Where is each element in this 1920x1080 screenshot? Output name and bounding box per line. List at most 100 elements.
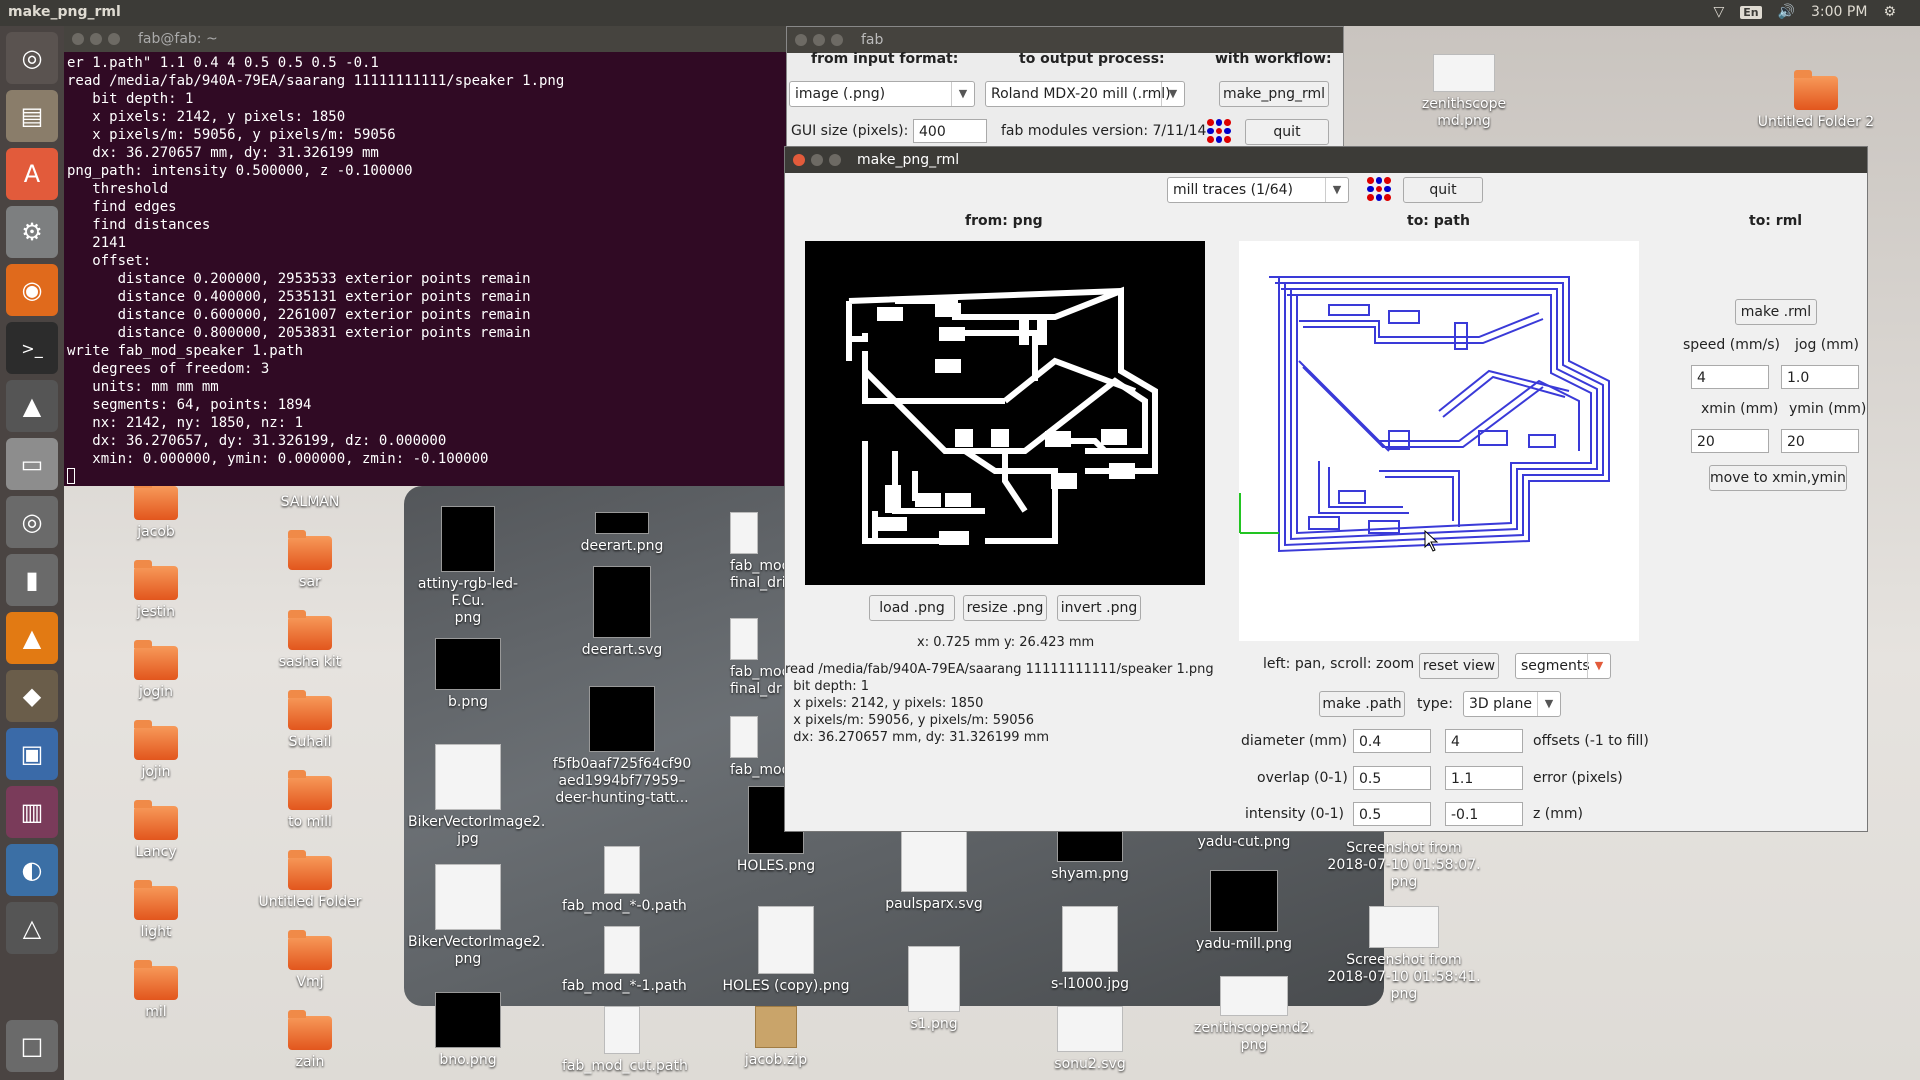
settings-icon[interactable]: ⚙ (6, 206, 58, 258)
make-rml-button[interactable]: make .rml (1735, 299, 1817, 325)
output-process-select[interactable]: Roland MDX-20 mill (.rml) ▼ (985, 81, 1185, 107)
file-s-l1000[interactable]: s-l1000.jpg (1030, 906, 1150, 993)
close-icon[interactable] (793, 154, 805, 166)
file-paulsparx[interactable]: paulsparx.svg (874, 826, 994, 913)
minimize-icon[interactable] (811, 154, 823, 166)
z-input[interactable]: -0.1 (1445, 802, 1523, 826)
folder-jogin[interactable]: jogin (96, 640, 216, 701)
file-attiny[interactable]: attiny-rgb-led-F.Cu. png (408, 506, 528, 627)
load-png-button[interactable]: load .png (869, 595, 955, 621)
diameter-input[interactable]: 0.4 (1353, 729, 1431, 753)
fab-titlebar[interactable]: fab (787, 27, 1343, 53)
file-sonu2[interactable]: sonu2.svg (1030, 1006, 1150, 1073)
file-fab-mod-final-1[interactable]: fab_mod final_dri (730, 512, 790, 592)
folder-light[interactable]: light (96, 880, 216, 941)
folder-zain[interactable]: zain (250, 1010, 370, 1071)
fab-quit-button[interactable]: quit (1245, 119, 1329, 145)
file-screenshot-2[interactable]: Screenshot from 2018-07-10 01:58:41. png (1324, 906, 1484, 1003)
folder-jacob[interactable]: jacob (96, 480, 216, 541)
network-icon[interactable]: ▽ (1713, 4, 1724, 20)
move-to-xmin-ymin-button[interactable]: move to xmin,ymin (1709, 465, 1847, 491)
file-f5fb0aaf[interactable]: f5fb0aaf725f64cf90 aed1994bf77959– deer-… (552, 686, 692, 807)
updater-icon[interactable]: △ (6, 902, 58, 954)
intensity-input[interactable]: 0.5 (1353, 802, 1431, 826)
vlc-icon[interactable]: ▲ (6, 612, 58, 664)
process-mode-select[interactable]: mill traces (1/64) ▼ (1167, 177, 1349, 203)
error-input[interactable]: 1.1 (1445, 766, 1523, 790)
invert-png-button[interactable]: invert .png (1057, 595, 1141, 621)
jog-input[interactable]: 1.0 (1781, 365, 1859, 389)
film-icon[interactable]: ▥ (6, 786, 58, 838)
firefox-icon[interactable]: ◉ (6, 264, 58, 316)
file-biker-png[interactable]: BikerVectorImage2. png (408, 864, 545, 968)
file-shyam[interactable]: shyam.png (1030, 826, 1150, 883)
make-path-button[interactable]: make .path (1319, 691, 1405, 717)
file-fab-mod-cut[interactable]: fab_mod_cut.path (562, 1006, 688, 1075)
file-biker-jpg[interactable]: BikerVectorImage2. jpg (408, 744, 545, 848)
xmin-input[interactable]: 20 (1691, 429, 1769, 453)
file-deerart-svg[interactable]: deerart.svg (562, 566, 682, 659)
file-s1[interactable]: s1.png (874, 946, 994, 1033)
folder-sasha-kit[interactable]: sasha kit (250, 610, 370, 671)
keyboard-layout[interactable]: En (1740, 5, 1762, 19)
folder-suhail[interactable]: Suhail (250, 690, 370, 751)
fab-window[interactable]: fab from input format: to output process… (786, 26, 1344, 148)
path-type-select[interactable]: 3D plane ▼ (1463, 691, 1561, 717)
file-screenshot-1[interactable]: Screenshot from 2018-07-10 01:58:07. png (1324, 840, 1484, 891)
file-jacob-zip[interactable]: jacob.zip (716, 1006, 836, 1069)
mpr-quit-button[interactable]: quit (1403, 177, 1483, 203)
dvd-icon[interactable]: ◎ (6, 496, 58, 548)
folder-vmj[interactable]: Vmj (250, 930, 370, 991)
file-yadu-cut[interactable]: yadu-cut.png (1184, 834, 1304, 851)
terminal-output[interactable]: er 1.path" 1.1 0.4 4 0.5 0.5 0.5 -0.1 rea… (64, 52, 786, 484)
power-gear-icon[interactable]: ⚙ (1883, 4, 1896, 20)
path-preview[interactable] (1239, 241, 1639, 641)
gimp-icon[interactable]: ◆ (6, 670, 58, 722)
reset-view-button[interactable]: reset view (1419, 653, 1499, 679)
file-fab-mod-final-2[interactable]: fab_mod final_dr (730, 618, 790, 698)
terminal-titlebar[interactable]: fab@fab: ~ (64, 26, 786, 52)
make-png-rml-window[interactable]: make_png_rml mill traces (1/64) ▼ quit fr… (784, 146, 1868, 832)
disk-icon[interactable]: ▭ (6, 438, 58, 490)
file-holes-copy[interactable]: HOLES (copy).png (716, 906, 856, 995)
file-fab-mod-partial[interactable]: fab_mod_ (730, 716, 797, 779)
file-deerart-png[interactable]: deerart.png (562, 512, 682, 555)
software-center-icon[interactable]: A (6, 148, 58, 200)
maximize-icon[interactable] (108, 33, 120, 45)
file-fab-mod-0[interactable]: fab_mod_*-0.path (562, 846, 687, 915)
folder-salman[interactable]: SALMAN (250, 494, 370, 511)
close-icon[interactable] (795, 34, 807, 46)
minimize-icon[interactable] (90, 33, 102, 45)
ymin-input[interactable]: 20 (1781, 429, 1859, 453)
folder-untitled[interactable]: Untitled Folder (250, 850, 370, 911)
resize-png-button[interactable]: resize .png (963, 595, 1047, 621)
workflow-button[interactable]: make_png_rml (1219, 81, 1329, 107)
file-yadu-mill[interactable]: yadu-mill.png (1184, 870, 1304, 953)
input-format-select[interactable]: image (.png) ▼ (789, 81, 975, 107)
ubuntu-dash-icon[interactable]: ◎ (6, 32, 58, 84)
overlap-input[interactable]: 0.5 (1353, 766, 1431, 790)
file-bno[interactable]: bno.png (408, 992, 528, 1069)
folder-untitled-2[interactable]: Untitled Folder 2 (1756, 70, 1876, 131)
volume-icon[interactable]: 🔊 (1778, 4, 1795, 20)
file-zenithscope-md[interactable]: zenithscope md.png (1404, 54, 1524, 130)
close-icon[interactable] (72, 33, 84, 45)
folder-jestin[interactable]: jestin (96, 560, 216, 621)
terminal-icon[interactable]: >_ (6, 322, 58, 374)
file-zenithscopemd2[interactable]: zenithscopemd2. png (1184, 976, 1324, 1054)
folder-to-mill[interactable]: to mill (250, 770, 370, 831)
mpr-titlebar[interactable]: make_png_rml (785, 147, 1867, 173)
usb-icon[interactable]: ▮ (6, 554, 58, 606)
file-fab-mod-1[interactable]: fab_mod_*-1.path (562, 926, 687, 995)
gui-size-input[interactable]: 400 (913, 119, 987, 143)
terminal-window[interactable]: fab@fab: ~ er 1.path" 1.1 0.4 4 0.5 0.5 … (64, 26, 786, 486)
inkscape-icon[interactable]: ▲ (6, 380, 58, 432)
maximize-icon[interactable] (829, 154, 841, 166)
files-icon[interactable]: ▤ (6, 90, 58, 142)
folder-lancy[interactable]: Lancy (96, 800, 216, 861)
view-mode-select[interactable]: segments ▼ (1515, 653, 1611, 679)
folder-jojin[interactable]: jojin (96, 720, 216, 781)
png-preview[interactable] (805, 241, 1205, 585)
file-b-png[interactable]: b.png (408, 638, 528, 711)
maximize-icon[interactable] (831, 34, 843, 46)
